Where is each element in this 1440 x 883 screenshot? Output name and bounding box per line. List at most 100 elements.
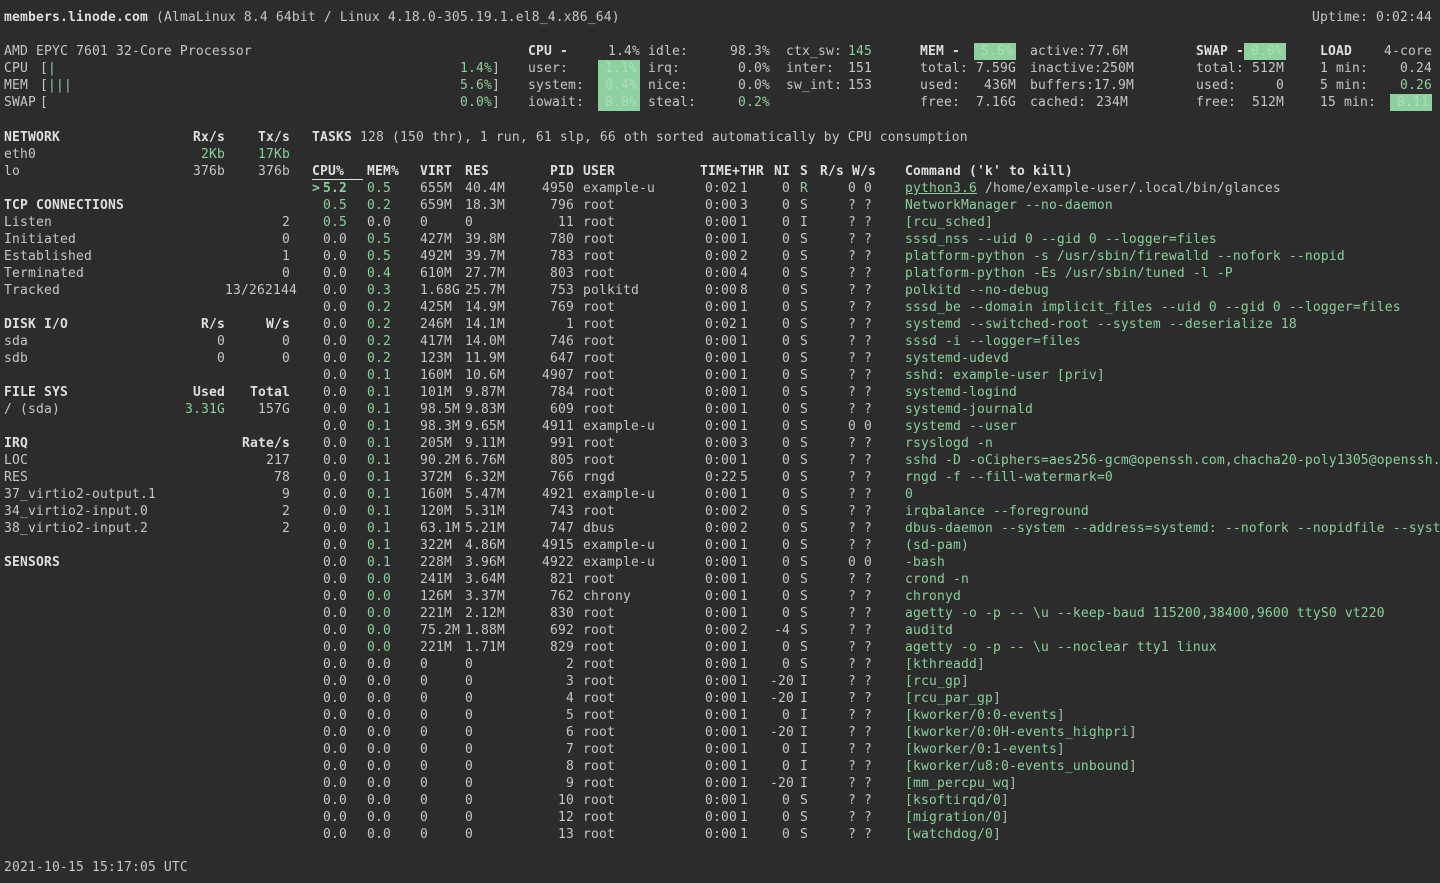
cell-res: 11.9M	[465, 350, 520, 367]
command-name: irqbalance --foreground	[905, 504, 1089, 519]
cell-pid: 6	[520, 724, 574, 741]
gauge-value: 5.6%	[460, 77, 492, 94]
glances-terminal[interactable]: { "titlebar": { "host": "members.linode.…	[0, 0, 1440, 883]
cell-pid: 769	[520, 299, 574, 316]
cell-thr: 3	[740, 197, 770, 214]
cell-thr: 5	[740, 469, 770, 486]
cell-res: 14.0M	[465, 333, 520, 350]
section-col1: Used	[160, 384, 225, 401]
cell-virt: 492M	[420, 248, 465, 265]
col-mem: MEM%	[367, 163, 403, 180]
gauge-open-bracket: [	[40, 60, 48, 77]
cell-virt: 0	[420, 724, 465, 741]
col-s: S	[800, 163, 820, 180]
cell-cpu: 0.0	[319, 299, 347, 316]
stat-line: nice:0.0%	[648, 77, 770, 94]
cell-state: S	[800, 435, 820, 452]
cell-time: 0:00	[700, 350, 737, 367]
cell-user: example-u	[583, 537, 700, 554]
cell-ni: -20	[770, 673, 790, 690]
section-sensors: SENSORS	[4, 554, 290, 571]
process-row: 0.00.1160M10.6M4907root0:0010S? ?sshd: e…	[312, 367, 1440, 384]
cell-time: 0:00	[700, 554, 737, 571]
item-value-1: 3.31G	[160, 401, 225, 418]
cell-res: 0	[465, 214, 520, 231]
stat-value: 0	[1276, 77, 1284, 94]
panel-cpu: CPU -1.4%user:1.1%system:0.4%iowait:0.0%	[528, 43, 640, 111]
command-name: NetworkManager --no-daemon	[905, 198, 1113, 213]
swap-gauge: SWAP[0.0%]	[4, 94, 500, 111]
selection-marker	[312, 214, 319, 231]
cell-state: I	[800, 758, 820, 775]
cell-thr: 1	[740, 384, 770, 401]
cell-cpu: 0.0	[319, 639, 347, 656]
cell-pid: 747	[520, 520, 574, 537]
cell-io: ? ?	[820, 571, 882, 588]
cell-io: ? ?	[820, 367, 882, 384]
command-name: platform-python -s /usr/sbin/firewalld -…	[905, 249, 1345, 264]
titlebar: members.linode.com (AlmaLinux 8.4 64bit …	[4, 9, 1432, 26]
command-name: [rcu_sched]	[905, 215, 993, 230]
cell-res: 6.32M	[465, 469, 520, 486]
cell-res: 0	[465, 809, 520, 826]
cell-cpu: 0.0	[319, 520, 347, 537]
selection-marker	[312, 350, 319, 367]
section-col1	[160, 435, 225, 452]
cell-ni: 0	[770, 248, 790, 265]
cell-user: root	[583, 367, 700, 384]
cell-res: 0	[465, 792, 520, 809]
clock: 2021-10-15 15:17:05 UTC	[4, 859, 188, 876]
process-command: [mm_percpu_wq]	[905, 775, 1440, 792]
cell-res: 5.21M	[465, 520, 520, 537]
cell-user: root	[583, 690, 700, 707]
process-row: 0.00.00010root0:0010S? ?[ksoftirqd/0]	[312, 792, 1440, 809]
stat-line: 5 min:0.26	[1320, 77, 1432, 94]
item-value-1: 0	[160, 333, 225, 350]
cell-ni: 0	[770, 826, 790, 843]
tasks-sort-text: sorted automatically by CPU consumption	[656, 129, 968, 146]
cell-ni: 0	[770, 520, 790, 537]
quickview: AMD EPYC 7601 32-Core Processor CPU[|1.4…	[4, 43, 500, 111]
process-command: [watchdog/0]	[905, 826, 1440, 843]
item-value-2: 0	[225, 265, 290, 282]
cell-state: S	[800, 537, 820, 554]
cell-cpu: 0.0	[319, 452, 347, 469]
col-pid: PID	[520, 163, 574, 180]
cell-thr: 1	[740, 299, 770, 316]
command-name: crond -n	[905, 572, 969, 587]
cell-virt: 427M	[420, 231, 465, 248]
stat-value: 0.0%	[598, 94, 640, 111]
cell-pid: 4915	[520, 537, 574, 554]
selection-marker	[312, 588, 319, 605]
cell-virt: 417M	[420, 333, 465, 350]
command-name: [kworker/u8:0-events_unbound]	[905, 759, 1137, 774]
list-item: / (sda)3.31G157G	[4, 401, 290, 418]
cell-res: 5.47M	[465, 486, 520, 503]
cell-user: example-u	[583, 486, 700, 503]
process-table-header: CPU%MEM%VIRTRESPIDUSERTIME+THRNISR/s W/s…	[312, 163, 1440, 180]
section-col2: W/s	[225, 316, 290, 333]
item-name: Listen	[4, 214, 160, 231]
cell-cpu: 0.0	[319, 775, 347, 792]
cell-res: 10.6M	[465, 367, 520, 384]
cell-virt: 98.3M	[420, 418, 465, 435]
process-row: 0.00.198.5M9.83M609root0:0010S? ?systemd…	[312, 401, 1440, 418]
stat-line	[786, 94, 872, 111]
cell-pid: 4921	[520, 486, 574, 503]
cell-virt: 126M	[420, 588, 465, 605]
cell-cpu: 0.0	[319, 486, 347, 503]
cell-virt: 0	[420, 707, 465, 724]
item-value-2: 217	[225, 452, 290, 469]
selection-marker	[312, 418, 319, 435]
process-row: 0.00.5427M39.8M780root0:0010S? ?sssd_nss…	[312, 231, 1440, 248]
cell-virt: 123M	[420, 350, 465, 367]
cell-user: dbus	[583, 520, 700, 537]
list-item: Established1	[4, 248, 290, 265]
cell-cpu: 0.0	[319, 792, 347, 809]
cell-pid: 12	[520, 809, 574, 826]
command-name: auditd	[905, 623, 953, 638]
cell-thr: 1	[740, 231, 770, 248]
process-command: sssd_be --domain implicit_files --uid 0 …	[905, 299, 1440, 316]
cell-pid: 4950	[520, 180, 574, 197]
process-row: 0.00.2123M11.9M647root0:0010S? ?systemd-…	[312, 350, 1440, 367]
